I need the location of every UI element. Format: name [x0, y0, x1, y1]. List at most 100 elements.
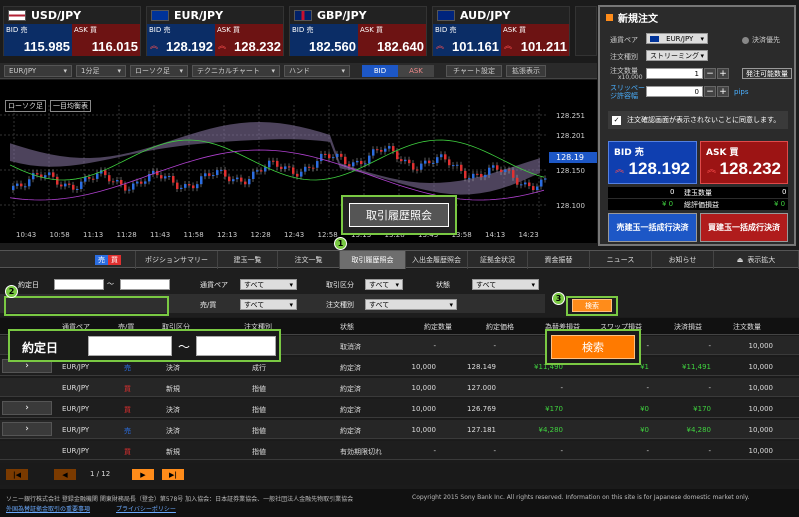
rate-tile-eurjpy[interactable]: EUR/JPY BID 売 ︽ 128.192 ASK 買 ︽ 128.232 — [146, 6, 284, 56]
tab-orders[interactable]: 注文一覧 — [278, 251, 340, 269]
order-ask-button[interactable]: ASK 買 ︽ 128.232 — [700, 141, 788, 184]
order-bid-price: 128.192 — [628, 159, 690, 178]
tile-header: EUR/JPY — [147, 7, 283, 24]
prev-page-button[interactable]: ◀ — [54, 469, 76, 480]
ask-button[interactable]: ASK 買 ︽ 128.232 — [215, 24, 283, 56]
drawing-select[interactable]: ハンド ▾ — [284, 64, 350, 77]
slippage-input[interactable]: 0 — [646, 86, 703, 97]
callout-date-from — [88, 336, 172, 356]
row-detail-button[interactable]: › — [2, 422, 52, 436]
row-kind: 決済 — [166, 406, 180, 414]
candle — [436, 157, 439, 163]
candle — [16, 183, 19, 186]
next-page-button[interactable]: ▶ — [132, 469, 154, 480]
candle — [296, 173, 299, 177]
tab-transfer[interactable]: 資金振替 — [528, 251, 590, 269]
bid-button[interactable]: BID 売 ︽ 128.192 — [147, 24, 215, 56]
table-row[interactable]: › EUR/JPY 売 決済 指値 約定済 10,000 127.181 ¥4,280 ¥0 ¥4,… — [0, 420, 799, 439]
footer-link-important[interactable]: 外国為替証拠金取引の重要事項 — [6, 504, 90, 513]
candle — [396, 151, 399, 160]
max-qty-button[interactable]: 発注可能数量 — [742, 68, 792, 79]
slippage-decrement[interactable]: − — [704, 86, 716, 97]
eu-flag-icon — [650, 35, 659, 42]
timeframe-select[interactable]: 1分足 ▾ — [76, 64, 126, 77]
technical-select[interactable]: テクニカルチャート ▾ — [192, 64, 280, 77]
chart-bid-toggle[interactable]: BID — [362, 64, 398, 77]
order-type-value: ストリーミング — [650, 51, 699, 60]
first-page-button[interactable]: |◀ — [6, 469, 28, 480]
ask-button[interactable]: ASK 買 182.640 — [358, 24, 426, 56]
rate-tile-audjpy[interactable]: AUD/JPY BID 売 ︽ 101.161 ASK 買 ︽ 101.211 — [432, 6, 570, 56]
chart-pair-select[interactable]: EUR/JPY ▾ — [4, 64, 72, 77]
tab-side-toggle[interactable]: 売 買 — [0, 251, 136, 269]
row-detail-button[interactable]: › — [2, 401, 52, 415]
trade-type-value: すべて — [369, 280, 390, 289]
qty-input[interactable]: 1 — [646, 68, 703, 79]
qty-increment[interactable]: + — [717, 68, 729, 79]
ask-button[interactable]: ASK 買 116.015 — [72, 24, 140, 56]
chart-ask-toggle[interactable]: ASK — [398, 64, 434, 77]
rate-tile-usdjpy[interactable]: USD/JPY BID 売 115.985 ASK 買 116.015 — [3, 6, 141, 56]
candle — [292, 167, 295, 174]
row-status: 約定済 — [340, 406, 361, 414]
order-type-select[interactable]: ストリーミング ▾ — [646, 50, 708, 61]
page-indicator: 1 / 12 — [90, 470, 111, 478]
tab-deposit-history[interactable]: 入出金履歴照会 — [406, 251, 468, 269]
date-from-input[interactable] — [54, 279, 104, 290]
badge-3: 3 — [552, 292, 565, 305]
confirm-text: 注文確認画面が表示されないことに同意します。 — [627, 116, 781, 124]
bid-button[interactable]: BID 売 ︽ 101.161 — [433, 24, 501, 56]
candle — [412, 163, 415, 170]
chart-type-select[interactable]: ローソク足 ▾ — [130, 64, 188, 77]
price-chart[interactable]: 128.251 128.201 128.150 128.100 128.19 10:43 1… — [0, 80, 597, 243]
trade-type-select[interactable]: すべて — [365, 279, 403, 290]
order-title-text: 新規注文 — [618, 13, 658, 25]
footer-link-privacy[interactable]: プライバシーポリシー — [116, 504, 176, 513]
tab-trade-history[interactable]: 取引履歴照会 — [340, 251, 406, 269]
candle — [36, 173, 39, 175]
candle — [488, 167, 491, 175]
tab-expand[interactable]: ⏏ 表示拡大 — [714, 251, 799, 269]
buy-toggle[interactable]: 買 — [108, 255, 121, 265]
row-order-qty: 10,000 — [748, 363, 774, 371]
tab-margin-status[interactable]: 証拠金状況 — [468, 251, 528, 269]
ask-button[interactable]: ASK 買 ︽ 101.211 — [501, 24, 569, 56]
tab-notices[interactable]: お知らせ — [652, 251, 714, 269]
sell-all-button[interactable]: 売建玉一括成行決済 — [608, 213, 697, 242]
sell-toggle[interactable]: 売 — [95, 255, 108, 265]
row-type: 指値 — [252, 406, 266, 414]
chart-type-value: ローソク足 — [135, 66, 170, 75]
bid-button[interactable]: BID 売 115.985 — [4, 24, 72, 56]
order-type-filter-select[interactable]: すべて — [365, 299, 457, 310]
order-bid-button[interactable]: BID 売 ︽ 128.192 — [608, 141, 697, 184]
uk-flag-icon — [294, 10, 312, 21]
tab-news[interactable]: ニュース — [590, 251, 652, 269]
buy-all-button[interactable]: 買建玉一括成行決済 — [700, 213, 788, 242]
candle — [108, 175, 111, 182]
quick-order-toggle[interactable]: 決済優先 — [742, 35, 780, 45]
status-select[interactable]: すべて — [472, 279, 539, 290]
table-row[interactable]: EUR/JPY 買 新規 指値 有効期限切れ - - - - - 10,000 — [0, 441, 799, 460]
order-pair-select[interactable]: EUR/JPY ▾ — [646, 33, 708, 44]
table-row[interactable]: › EUR/JPY 買 決済 指値 約定済 10,000 126.769 ¥170 ¥0 ¥170 1… — [0, 399, 799, 418]
qty-decrement[interactable]: − — [704, 68, 716, 79]
candle — [416, 169, 419, 171]
table-row[interactable]: EUR/JPY 買 新規 指値 約定済 10,000 127.000 - - - 10,000 — [0, 378, 799, 397]
candle — [60, 184, 63, 187]
confirm-row[interactable]: ✓ 注文確認画面が表示されないことに同意します。 — [608, 111, 788, 129]
row-order-qty: 10,000 — [748, 447, 774, 455]
candle — [312, 167, 315, 169]
side-select[interactable]: すべて — [240, 299, 297, 310]
filter-pair-select[interactable]: すべて — [240, 279, 297, 290]
chart-expand-button[interactable]: 拡張表示 — [506, 64, 546, 77]
last-page-button[interactable]: ▶| — [162, 469, 184, 480]
rate-tile-gbpjpy[interactable]: GBP/JPY BID 売 182.560 ASK 買 182.640 — [289, 6, 427, 56]
tab-position-summary[interactable]: ポジションサマリー — [136, 251, 218, 269]
position-qty-sell: 0 — [670, 188, 675, 196]
tab-positions[interactable]: 建玉一覧 — [218, 251, 278, 269]
slippage-increment[interactable]: + — [717, 86, 729, 97]
checkbox-icon[interactable]: ✓ — [612, 115, 621, 125]
chart-settings-button[interactable]: チャート設定 — [446, 64, 502, 77]
date-to-input[interactable] — [120, 279, 170, 290]
bid-button[interactable]: BID 売 182.560 — [290, 24, 358, 56]
